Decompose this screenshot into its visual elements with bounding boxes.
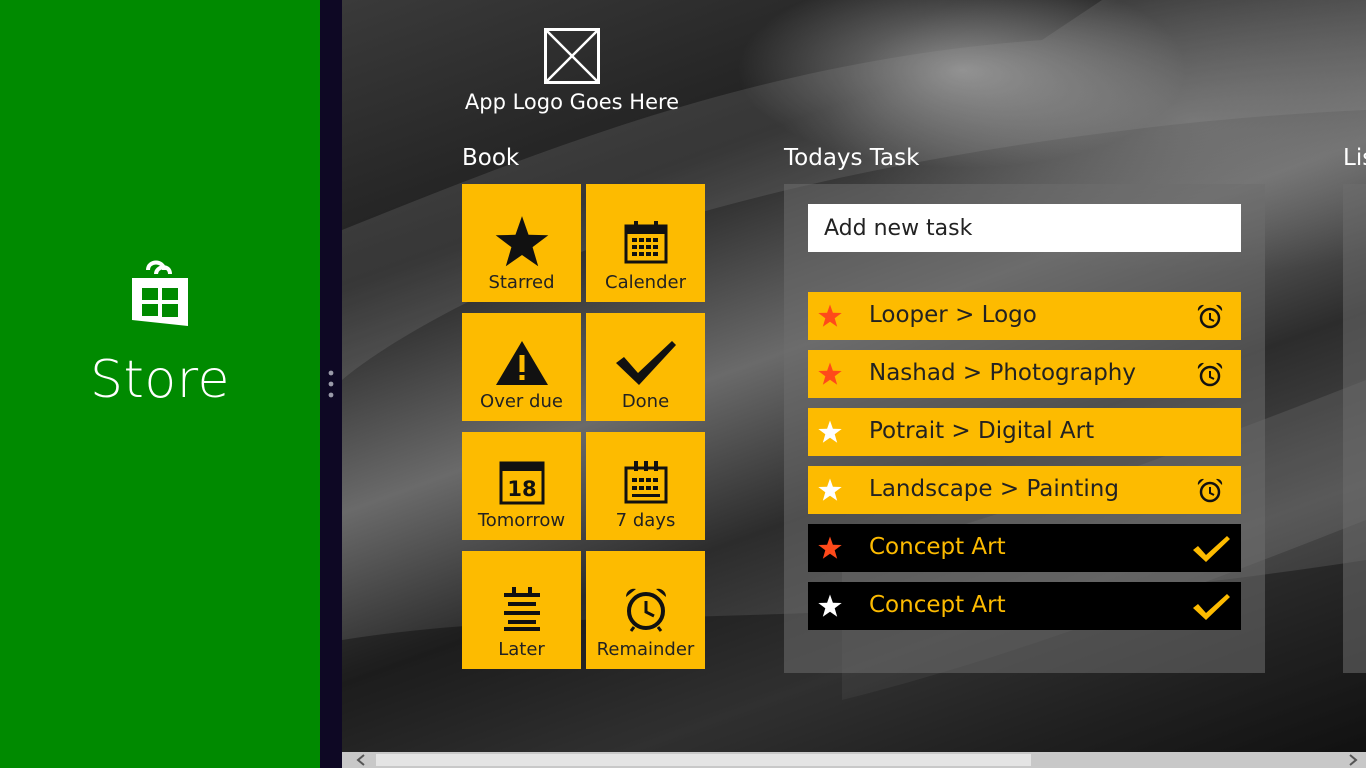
task-label: Concept Art — [869, 592, 1006, 618]
task-label: Concept Art — [869, 534, 1006, 560]
star-icon — [818, 420, 842, 443]
scroll-left-button[interactable] — [348, 752, 374, 768]
task-item-done[interactable]: Concept Art — [808, 524, 1241, 572]
tile-tomorrow[interactable]: 18 Tomorrow — [462, 432, 581, 540]
tile-label: Tomorrow — [477, 510, 566, 531]
todays-task-panel: Looper > Logo Nashad > Photography Potra… — [784, 184, 1265, 673]
tile-label: Calender — [605, 272, 686, 293]
task-item[interactable]: Potrait > Digital Art — [808, 408, 1241, 456]
svg-text:18: 18 — [507, 477, 536, 501]
warning-icon — [495, 341, 548, 385]
tile-label: Remainder — [596, 639, 695, 660]
main-app: App Logo Goes Here Book Todays Task Li s … — [342, 0, 1366, 768]
chevron-right-icon — [1349, 754, 1358, 766]
book-heading: Book — [462, 145, 520, 171]
task-item[interactable]: Looper > Logo — [808, 292, 1241, 340]
tile-label: Starred — [488, 272, 555, 293]
tile-over-due[interactable]: Over due — [462, 313, 581, 421]
task-label: Potrait > Digital Art — [869, 418, 1095, 444]
scrollbar-thumb[interactable] — [376, 754, 1031, 766]
task-label: Looper > Logo — [869, 302, 1037, 328]
tile-calender[interactable]: Calender — [586, 184, 705, 302]
checkmark-icon[interactable] — [1191, 534, 1231, 564]
list-panel — [1343, 184, 1366, 673]
horizontal-scrollbar[interactable] — [342, 752, 1366, 768]
calendar-week-icon — [624, 461, 667, 504]
list-heading: Lis — [1343, 145, 1366, 171]
tile-7-days[interactable]: 7 days — [586, 432, 705, 540]
checkmark-icon[interactable] — [1191, 592, 1231, 622]
app-logo-placeholder-icon — [544, 28, 600, 84]
task-item[interactable]: Nashad > Photography — [808, 350, 1241, 398]
calendar-icon — [624, 221, 667, 264]
store-title: Store — [90, 350, 230, 410]
tile-label: Over due — [480, 391, 563, 412]
add-task-input[interactable] — [808, 204, 1241, 252]
star-icon — [495, 216, 548, 267]
task-item[interactable]: Landscape > Painting — [808, 466, 1241, 514]
store-pane: Store — [0, 0, 320, 768]
list-icon — [503, 587, 540, 631]
star-icon — [818, 536, 842, 559]
star-icon — [818, 478, 842, 501]
tile-starred[interactable]: Starred — [462, 184, 581, 302]
chevron-left-icon — [356, 754, 365, 766]
store-bag-icon — [132, 260, 188, 326]
task-label: Nashad > Photography — [869, 360, 1136, 386]
task-label: Landscape > Painting — [869, 476, 1119, 502]
todays-task-heading: Todays Task — [784, 145, 920, 171]
checkmark-icon — [615, 341, 676, 385]
splitter-grip-icon[interactable] — [328, 370, 334, 398]
scroll-right-button[interactable] — [1340, 752, 1366, 768]
alarm-icon[interactable] — [1197, 478, 1223, 504]
alarm-icon[interactable] — [1197, 304, 1223, 330]
star-icon — [818, 594, 842, 617]
tile-done[interactable]: Done — [586, 313, 705, 421]
task-item-done[interactable]: Concept Art — [808, 582, 1241, 630]
tile-remainder[interactable]: Remainder — [586, 551, 705, 669]
star-icon — [818, 362, 842, 385]
tile-later[interactable]: Later — [462, 551, 581, 669]
star-icon — [818, 304, 842, 327]
calendar-date-icon: 18 — [499, 461, 544, 505]
tile-label: Later — [498, 639, 545, 660]
tile-label: Done — [621, 391, 670, 412]
app-logo-text: App Logo Goes Here — [464, 90, 680, 114]
alarm-icon[interactable] — [1197, 362, 1223, 388]
tile-label: 7 days — [615, 510, 676, 531]
alarm-clock-icon — [625, 588, 666, 632]
